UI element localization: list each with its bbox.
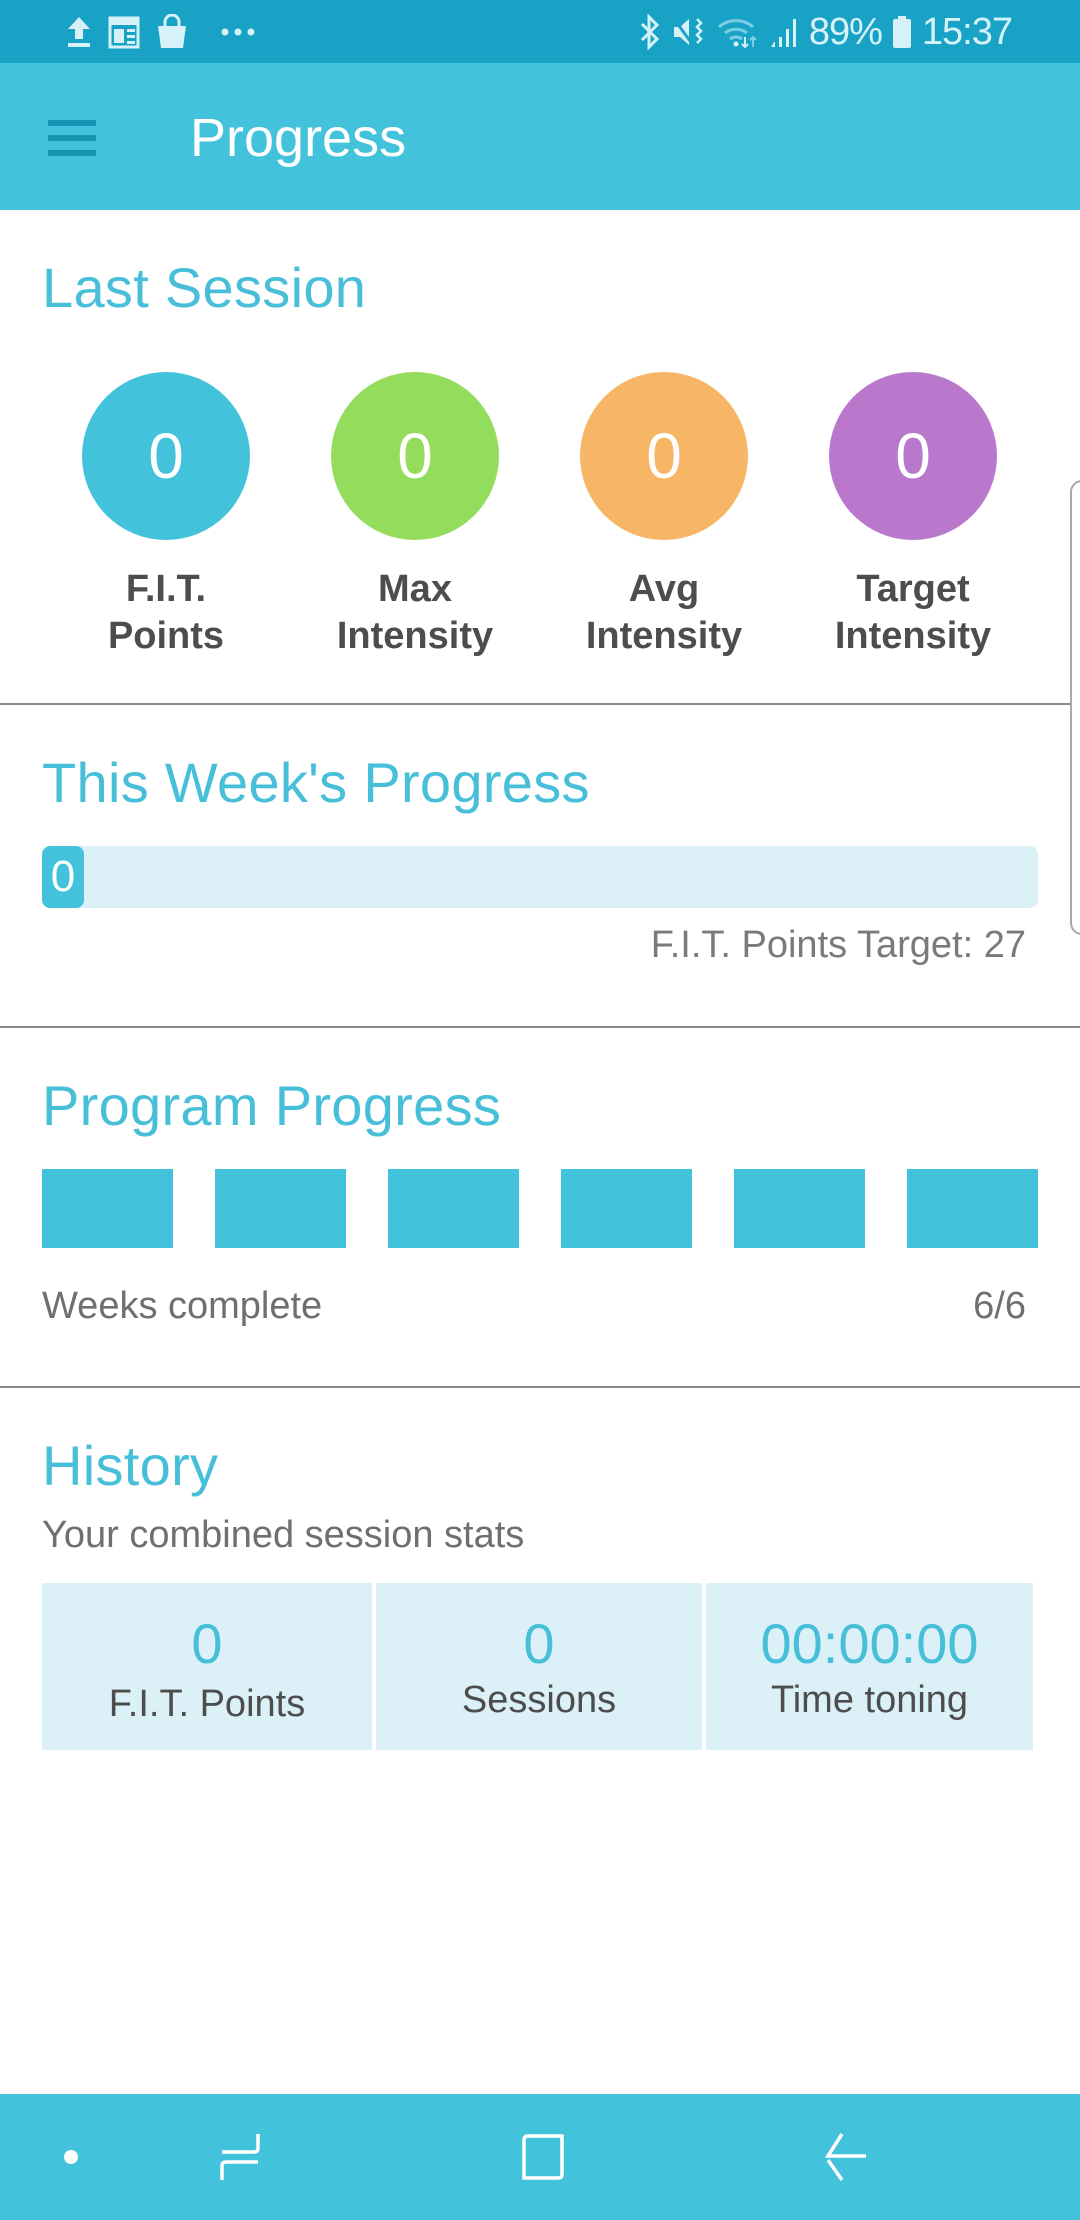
max-intensity-value: 0 xyxy=(397,420,433,492)
fit-points-target: F.I.T. Points Target: 27 xyxy=(650,924,1026,966)
history-subtitle: Your combined session stats xyxy=(42,1514,525,1556)
weeks-complete-value: 6/6 xyxy=(973,1285,1026,1327)
label-line: Target xyxy=(856,568,970,610)
shopping-bag-icon xyxy=(156,14,188,50)
stat-card-time-toning: 00:00:00 Time toning xyxy=(706,1583,1033,1750)
week-block-3 xyxy=(388,1169,519,1248)
stat-card-fit-points: 0 F.I.T. Points xyxy=(42,1583,372,1750)
label-line: Intensity xyxy=(585,615,743,657)
edge-panel-handle[interactable] xyxy=(1070,480,1080,935)
stat-value: 0 xyxy=(523,1612,555,1675)
navigation-bar xyxy=(0,2094,1080,2220)
news-icon xyxy=(108,15,140,49)
target-intensity-label: Target Intensity xyxy=(803,566,1023,660)
max-intensity-circle: 0 xyxy=(331,372,499,540)
page-title: Progress xyxy=(190,108,407,168)
fit-points-label: F.I.T. Points xyxy=(56,566,276,660)
section-divider xyxy=(0,1386,1080,1388)
section-divider xyxy=(0,703,1080,705)
signal-icon xyxy=(769,15,799,49)
fit-points-circle: 0 xyxy=(82,372,250,540)
hide-navbar-dot-icon[interactable] xyxy=(31,2124,111,2190)
week-progress-title: This Week's Progress xyxy=(42,751,590,814)
stat-value: 00:00:00 xyxy=(760,1612,979,1675)
more-notifications-icon xyxy=(220,27,256,37)
target-intensity-value: 0 xyxy=(895,420,931,492)
week-block-5 xyxy=(734,1169,865,1248)
upload-icon xyxy=(66,15,92,49)
bluetooth-icon xyxy=(639,14,661,50)
battery-icon xyxy=(892,15,912,49)
avg-intensity-circle: 0 xyxy=(580,372,748,540)
label-line: Intensity xyxy=(834,615,992,657)
stat-card-sessions: 0 Sessions xyxy=(376,1583,702,1750)
battery-percent: 89% xyxy=(808,10,883,53)
status-bar: 89% 15:37 xyxy=(0,0,1080,63)
max-intensity-label: Max Intensity xyxy=(305,566,525,660)
label-line: Points xyxy=(107,615,225,657)
section-divider xyxy=(0,1026,1080,1028)
clock: 15:37 xyxy=(921,10,1013,53)
hamburger-menu-icon[interactable] xyxy=(36,103,108,173)
label-line: F.I.T. xyxy=(125,568,207,610)
week-progress-value: 0 xyxy=(50,852,76,901)
label-line: Max xyxy=(378,568,452,610)
fit-points-value: 0 xyxy=(148,420,184,492)
week-block-6 xyxy=(907,1169,1038,1248)
week-block-1 xyxy=(42,1169,173,1248)
week-progress-bar: 0 xyxy=(42,846,1038,908)
program-progress-title: Program Progress xyxy=(42,1074,502,1137)
stat-label: Sessions xyxy=(461,1679,617,1721)
week-block-2 xyxy=(215,1169,346,1248)
recent-apps-icon[interactable] xyxy=(200,2124,280,2190)
stat-label: Time toning xyxy=(770,1679,969,1721)
stat-label: F.I.T. Points xyxy=(108,1683,306,1725)
notification-icons xyxy=(66,12,256,52)
label-line: Intensity xyxy=(336,615,494,657)
back-icon[interactable] xyxy=(805,2124,885,2190)
week-progress-fill: 0 xyxy=(42,846,84,908)
mute-vibrate-icon xyxy=(671,15,707,49)
target-intensity-circle: 0 xyxy=(829,372,997,540)
label-line: Avg xyxy=(628,568,700,610)
stat-value: 0 xyxy=(191,1612,223,1675)
wifi-icon xyxy=(717,15,759,49)
avg-intensity-value: 0 xyxy=(646,420,682,492)
week-block-4 xyxy=(561,1169,692,1248)
home-icon[interactable] xyxy=(503,2124,583,2190)
weeks-complete-label: Weeks complete xyxy=(42,1285,323,1327)
last-session-title: Last Session xyxy=(42,256,367,319)
app-bar: Progress xyxy=(0,63,1080,210)
history-title: History xyxy=(42,1434,219,1497)
avg-intensity-label: Avg Intensity xyxy=(554,566,774,660)
system-status: 89% 15:37 xyxy=(639,8,1013,56)
